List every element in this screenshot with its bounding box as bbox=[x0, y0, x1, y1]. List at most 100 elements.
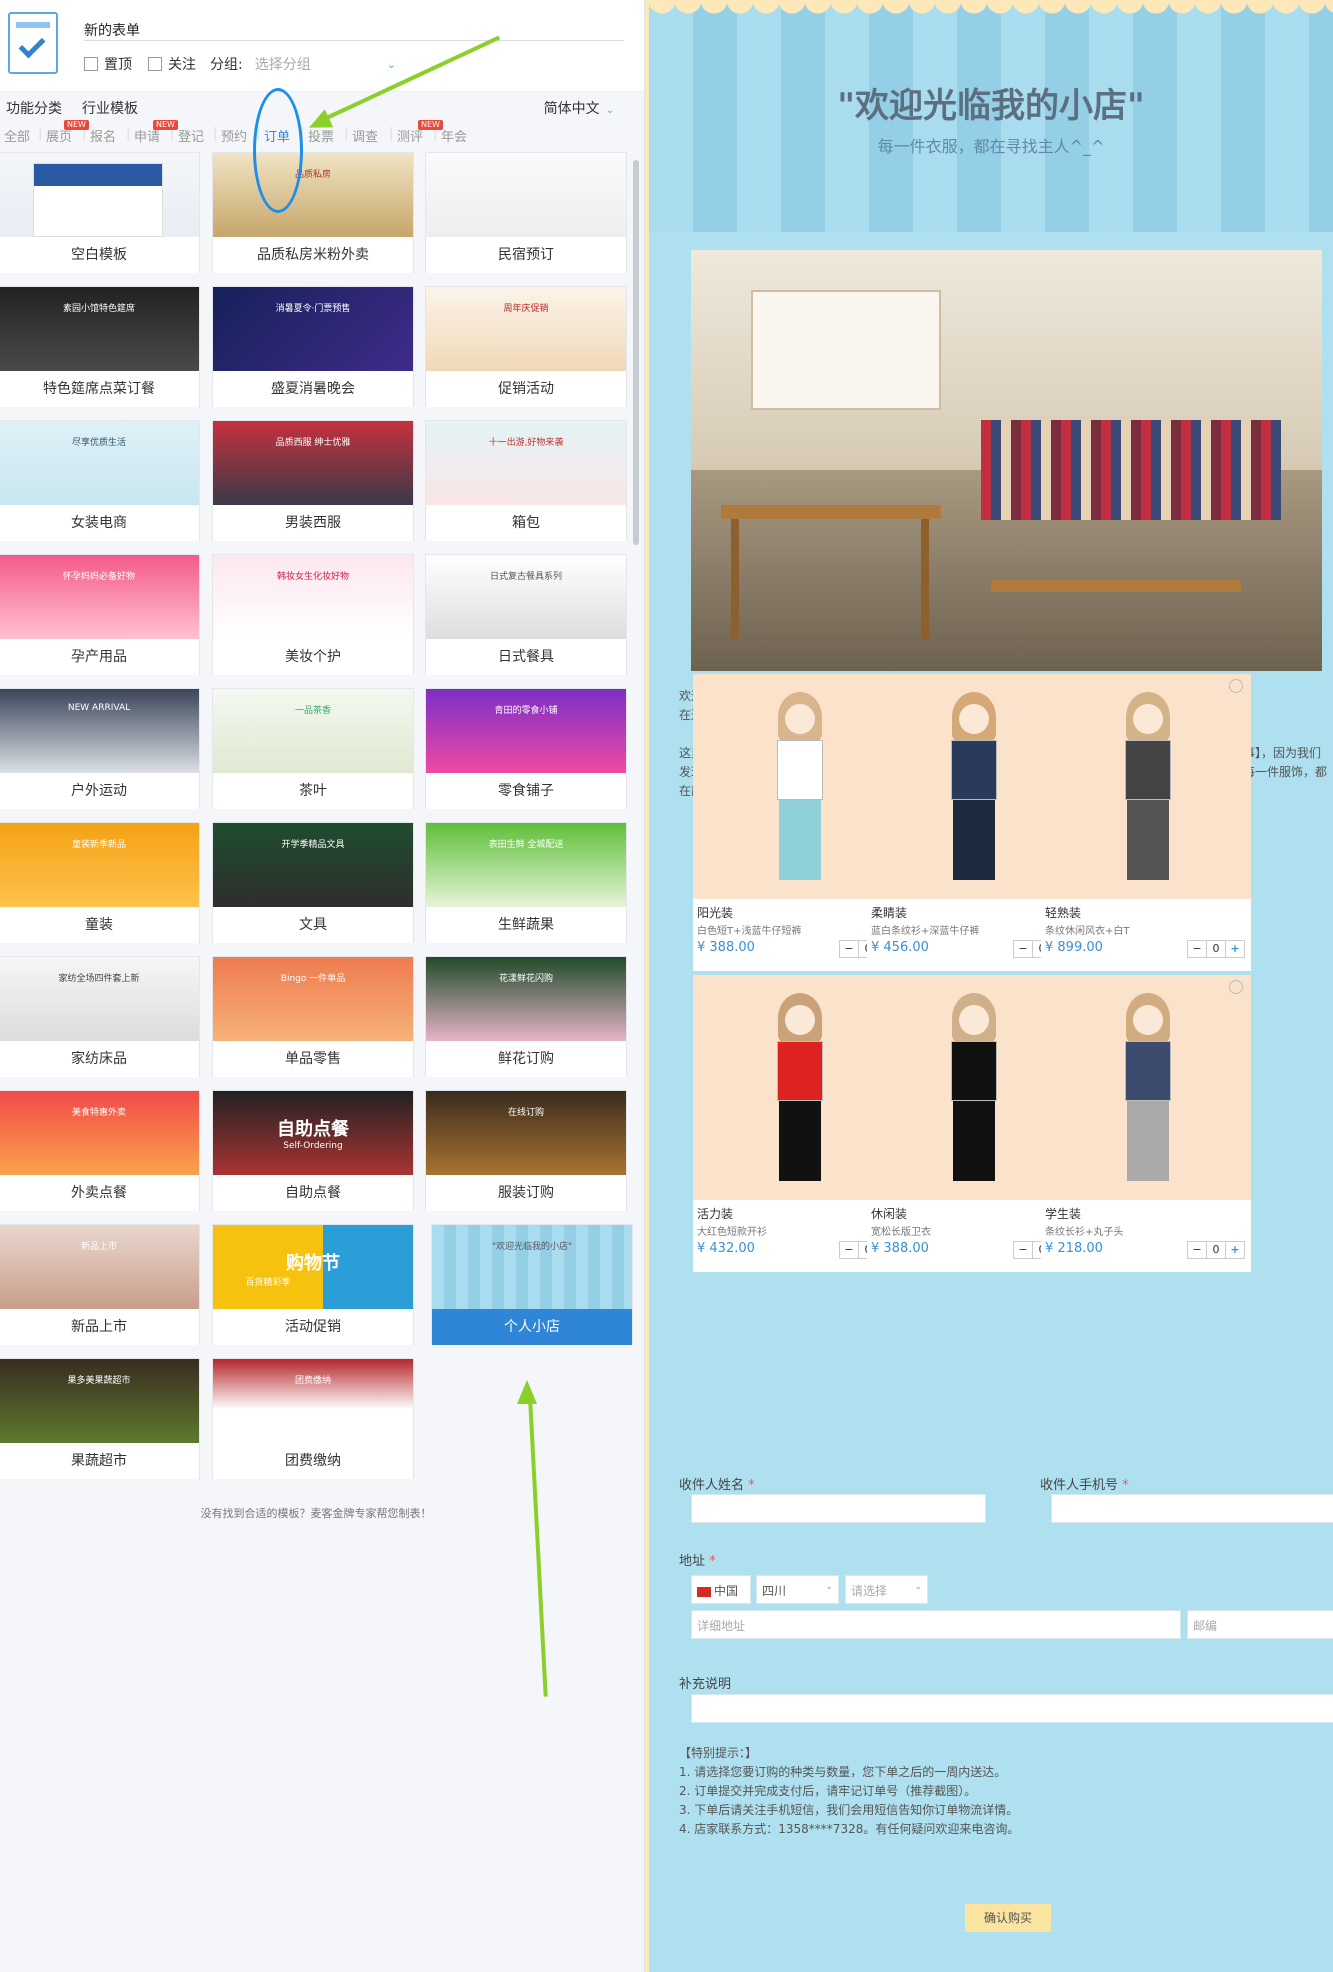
plus-button[interactable]: + bbox=[1225, 1241, 1245, 1259]
template-thumbnail: 日式复古餐具系列 bbox=[426, 555, 626, 639]
group-select[interactable]: 选择分组 bbox=[255, 54, 311, 74]
city-select[interactable]: 请选择 ⌄ bbox=[845, 1575, 928, 1604]
product-name: 柔睛装 bbox=[871, 906, 908, 920]
tab-separator: | bbox=[344, 126, 349, 141]
quantity-value[interactable]: 0 bbox=[1206, 940, 1226, 958]
template-thumbnail: 消暑夏令·门票预售 bbox=[213, 287, 413, 371]
template-thumb-text: 一品茶香 bbox=[294, 706, 331, 716]
minus-button[interactable]: − bbox=[1187, 1241, 1207, 1259]
product-name: 学生装 bbox=[1045, 1207, 1082, 1221]
template-card[interactable]: 新品上市 新品上市 bbox=[0, 1224, 200, 1345]
quantity-value[interactable]: 0 bbox=[1206, 1241, 1226, 1259]
zip-input[interactable]: 邮编 bbox=[1187, 1610, 1333, 1639]
template-thumb-text: 团费缴纳 bbox=[294, 1376, 331, 1386]
tab-function-category[interactable]: 功能分类 bbox=[6, 98, 62, 118]
template-card[interactable]: 美食特惠外卖 外卖点餐 bbox=[0, 1090, 200, 1211]
zoom-icon[interactable] bbox=[1229, 679, 1243, 693]
template-card[interactable]: 韩妆女生化妆好物 美妆个护 bbox=[212, 554, 414, 675]
template-card[interactable]: 品质西服 绅士优雅 男装西服 bbox=[212, 420, 414, 541]
zoom-icon[interactable] bbox=[1229, 980, 1243, 994]
confirm-buy-button[interactable]: 确认购买 bbox=[965, 1904, 1051, 1932]
template-card[interactable]: 消暑夏令·门票预售 盛夏消暑晚会 bbox=[212, 286, 414, 407]
phone-label: 收件人手机号 * bbox=[1040, 1478, 1129, 1493]
minus-button[interactable]: − bbox=[839, 1241, 859, 1259]
tab-0[interactable]: 全部 bbox=[4, 126, 30, 145]
scrollbar[interactable] bbox=[633, 160, 639, 545]
template-card[interactable]: 一品茶香 茶叶 bbox=[212, 688, 414, 809]
template-card[interactable]: 怀孕妈妈必备好物 孕产用品 bbox=[0, 554, 200, 675]
template-card[interactable]: 青田的零食小铺 零食铺子 bbox=[425, 688, 627, 809]
template-thumbnail: 童装新季新品 bbox=[0, 823, 199, 907]
template-name: 果蔬超市 bbox=[0, 1443, 199, 1479]
template-name: 盛夏消暑晚会 bbox=[213, 371, 413, 407]
template-card[interactable]: 童装新季新品 童装 bbox=[0, 822, 200, 943]
minus-button[interactable]: − bbox=[1013, 1241, 1033, 1259]
template-thumbnail: 表田生鲜 全城配送 bbox=[426, 823, 626, 907]
chevron-down-icon[interactable]: ⌄ bbox=[387, 58, 396, 71]
template-name: 单品零售 bbox=[213, 1041, 413, 1077]
form-header: 新的表单 置顶 关注 分组: 选择分组 ⌄ bbox=[0, 0, 644, 92]
province-select[interactable]: 四川 ⌄ bbox=[756, 1575, 839, 1604]
tab-4[interactable]: 登记 bbox=[178, 126, 204, 145]
tab-8[interactable]: 调查 bbox=[352, 126, 378, 145]
template-name: 促销活动 bbox=[426, 371, 626, 407]
template-thumbnail bbox=[426, 153, 626, 237]
minus-button[interactable]: − bbox=[839, 940, 859, 958]
template-name: 日式餐具 bbox=[426, 639, 626, 675]
template-card[interactable]: 开学季精品文具 文具 bbox=[212, 822, 414, 943]
name-input[interactable] bbox=[691, 1494, 986, 1523]
address-detail-input[interactable]: 详细地址 bbox=[691, 1610, 1181, 1639]
phone-input[interactable] bbox=[1051, 1494, 1333, 1523]
template-thumbnail: 青田的零食小铺 bbox=[426, 689, 626, 773]
template-card[interactable]: NEW ARRIVAL 户外运动 bbox=[0, 688, 200, 809]
tip-line: 1. 请选择您要订购的种类与数量，您下单之后的一周内送达。 bbox=[679, 1765, 1007, 1779]
product-image[interactable] bbox=[1041, 674, 1251, 899]
tab-industry-templates[interactable]: 行业模板 bbox=[82, 98, 138, 118]
minus-button[interactable]: − bbox=[1187, 940, 1207, 958]
new-badge: NEW bbox=[153, 120, 178, 130]
template-card[interactable]: 尽享优质生活 女装电商 bbox=[0, 420, 200, 541]
template-card[interactable]: 自助点餐 Self-Ordering 自助点餐 bbox=[212, 1090, 414, 1211]
template-card[interactable]: 品质私房 品质私房米粉外卖 bbox=[212, 152, 414, 273]
form-title[interactable]: 新的表单 bbox=[84, 20, 140, 40]
template-card[interactable]: 在线订购 服装订购 bbox=[425, 1090, 627, 1211]
tab-5[interactable]: 预约 bbox=[221, 126, 247, 145]
template-card[interactable]: 购物节 百货精彩季 活动促销 bbox=[212, 1224, 414, 1345]
language-label: 简体中文 bbox=[543, 101, 600, 117]
template-name: 文具 bbox=[213, 907, 413, 943]
template-name: 男装西服 bbox=[213, 505, 413, 541]
template-card[interactable]: 周年庆促销 促销活动 bbox=[425, 286, 627, 407]
template-thumbnail: NEW ARRIVAL bbox=[0, 689, 199, 773]
tab-10[interactable]: 年会 bbox=[441, 126, 467, 145]
template-card[interactable]: Bingo 一件单品 单品零售 bbox=[212, 956, 414, 1077]
template-card[interactable]: 十一出游,好物来袭 箱包 bbox=[425, 420, 627, 541]
name-label: 收件人姓名 * bbox=[679, 1478, 755, 1493]
pin-checkbox[interactable] bbox=[84, 57, 98, 71]
plus-button[interactable]: + bbox=[1225, 940, 1245, 958]
minus-button[interactable]: − bbox=[1013, 940, 1033, 958]
template-thumbnail: 购物节 百货精彩季 bbox=[213, 1225, 413, 1309]
product-price: ¥ 432.00 bbox=[697, 1241, 755, 1256]
special-tips: 【特别提示：】 1. 请选择您要订购的种类与数量，您下单之后的一周内送达。 2. 订… bbox=[679, 1744, 1319, 1839]
country-select[interactable]: 中国 bbox=[691, 1575, 751, 1604]
template-card[interactable]: 团费缴纳 团费缴纳 bbox=[212, 1358, 414, 1479]
template-card[interactable]: 素园小馆特色筵席 特色筵席点菜订餐 bbox=[0, 286, 200, 407]
template-card[interactable]: 日式复古餐具系列 日式餐具 bbox=[425, 554, 627, 675]
template-thumb-text: Self-Ordering bbox=[283, 1141, 343, 1151]
product-image[interactable] bbox=[1041, 975, 1251, 1200]
tab-2[interactable]: 报名 bbox=[90, 126, 116, 145]
template-card[interactable]: "欢迎光临我的小店" 个人小店 bbox=[431, 1224, 633, 1345]
note-input[interactable] bbox=[691, 1694, 1333, 1723]
template-thumb-text: NEW ARRIVAL bbox=[67, 703, 131, 713]
template-card[interactable]: 果多美果蔬超市 果蔬超市 bbox=[0, 1358, 200, 1479]
template-card[interactable]: 民宿预订 bbox=[425, 152, 627, 273]
template-card[interactable]: 空白模板 bbox=[0, 152, 200, 273]
template-card[interactable]: 花漾鲜花闪购 鲜花订购 bbox=[425, 956, 627, 1077]
template-card[interactable]: 表田生鲜 全城配送 生鲜蔬果 bbox=[425, 822, 627, 943]
template-thumb-text: 童装新季新品 bbox=[71, 840, 126, 850]
follow-checkbox[interactable] bbox=[148, 57, 162, 71]
language-select[interactable]: 简体中文 ⌄ bbox=[544, 98, 614, 118]
template-card[interactable]: 家纺全场四件套上新 家纺床品 bbox=[0, 956, 200, 1077]
product-card: 轻熟装 条纹休闲风衣+白T ¥ 899.00 −0 + bbox=[1041, 674, 1251, 971]
chevron-down-icon: ⌄ bbox=[825, 1582, 833, 1592]
